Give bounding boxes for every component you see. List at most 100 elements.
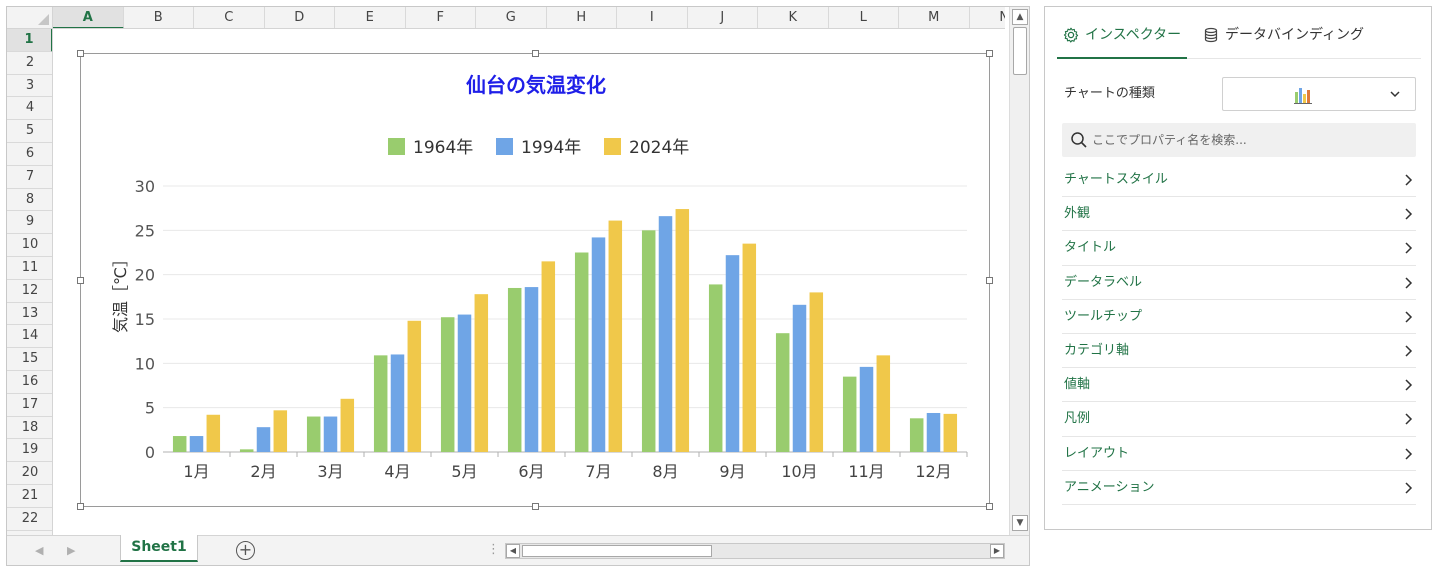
property-item[interactable]: 外観: [1062, 197, 1416, 232]
bar-3-5[interactable]: [474, 294, 489, 452]
bar-2-10[interactable]: [792, 304, 807, 452]
property-search-input[interactable]: [1092, 130, 1392, 150]
bar-3-11[interactable]: [876, 355, 891, 452]
bar-1-4[interactable]: [373, 355, 388, 452]
row-header-13[interactable]: 13: [7, 303, 52, 326]
scroll-right-button[interactable]: ▶: [990, 544, 1004, 558]
horizontal-scroll-thumb[interactable]: [522, 545, 712, 557]
row-header-22[interactable]: 22: [7, 508, 52, 531]
column-header-a[interactable]: A: [53, 7, 124, 28]
property-item[interactable]: カテゴリ軸: [1062, 334, 1416, 369]
bar-1-2[interactable]: [239, 449, 254, 452]
resize-handle-l[interactable]: [77, 277, 84, 284]
column-header-i[interactable]: I: [617, 7, 688, 28]
column-header-l[interactable]: L: [829, 7, 899, 28]
property-item[interactable]: タイトル: [1062, 231, 1416, 266]
row-header-8[interactable]: 8: [7, 189, 52, 212]
chart-legend[interactable]: 1964年 1994年 2024年: [388, 138, 689, 158]
bar-3-1[interactable]: [206, 414, 221, 452]
row-header-15[interactable]: 15: [7, 348, 52, 371]
column-header-f[interactable]: F: [406, 7, 476, 28]
add-sheet-icon[interactable]: +: [236, 541, 255, 560]
bar-3-4[interactable]: [407, 320, 422, 452]
row-header-2[interactable]: 2: [7, 52, 52, 75]
resize-handle-tr[interactable]: [986, 50, 993, 57]
bar-3-9[interactable]: [742, 243, 757, 452]
bar-3-3[interactable]: [340, 398, 355, 452]
row-header-21[interactable]: 21: [7, 485, 52, 508]
row-header-11[interactable]: 11: [7, 257, 52, 280]
column-header-b[interactable]: B: [124, 7, 194, 28]
bar-1-3[interactable]: [306, 416, 321, 452]
column-header-m[interactable]: M: [899, 7, 970, 28]
row-header-12[interactable]: 12: [7, 280, 52, 303]
row-header-19[interactable]: 19: [7, 439, 52, 463]
bar-3-2[interactable]: [273, 410, 288, 452]
row-header-9[interactable]: 9: [7, 211, 52, 235]
row-header-14[interactable]: 14: [7, 325, 52, 349]
scroll-left-button[interactable]: ◀: [506, 544, 520, 558]
row-header-7[interactable]: 7: [7, 166, 52, 189]
property-item[interactable]: データラベル: [1062, 266, 1416, 300]
property-item[interactable]: レイアウト: [1062, 437, 1416, 471]
row-header-18[interactable]: 18: [7, 417, 52, 440]
row-header-20[interactable]: 20: [7, 462, 52, 485]
select-all-corner[interactable]: [7, 7, 53, 29]
bar-2-2[interactable]: [256, 427, 271, 452]
prev-sheet-icon[interactable]: ◀: [35, 544, 43, 557]
row-header-6[interactable]: 6: [7, 143, 52, 166]
tab-inspector[interactable]: インスペクター: [1057, 21, 1187, 59]
resize-handle-br[interactable]: [986, 503, 993, 510]
bar-2-11[interactable]: [859, 366, 874, 452]
bar-1-6[interactable]: [507, 287, 522, 452]
chart-container[interactable]: 仙台の気温変化 1964年 1994年 2024年 0 5 10 15 20 25 30 1月 2…: [77, 50, 993, 510]
column-header-j[interactable]: J: [688, 7, 758, 28]
bar-3-8[interactable]: [675, 209, 690, 452]
row-header-16[interactable]: 16: [7, 371, 52, 394]
bar-2-6[interactable]: [524, 287, 539, 452]
bar-3-6[interactable]: [541, 261, 556, 452]
row-header-1[interactable]: 1: [7, 29, 52, 52]
column-header-k[interactable]: K: [758, 7, 829, 28]
bar-1-10[interactable]: [775, 333, 790, 452]
resize-handle-t[interactable]: [532, 50, 539, 57]
property-item[interactable]: アニメーション: [1062, 471, 1416, 505]
scroll-up-button[interactable]: ▲: [1012, 9, 1028, 25]
cell-grid[interactable]: 仙台の気温変化 1964年 1994年 2024年 0 5 10 15 20 25 30 1月 2…: [53, 29, 1005, 535]
bar-2-1[interactable]: [189, 436, 204, 452]
bar-2-7[interactable]: [591, 237, 606, 452]
bar-3-7[interactable]: [608, 220, 623, 452]
row-header-4[interactable]: 4: [7, 97, 52, 121]
bar-2-5[interactable]: [457, 314, 472, 452]
column-header-c[interactable]: C: [194, 7, 265, 28]
resize-handle-tl[interactable]: [77, 50, 84, 57]
bar-1-11[interactable]: [842, 376, 857, 452]
property-item[interactable]: 値軸: [1062, 368, 1416, 403]
vertical-scrollbar[interactable]: ▲ ▼: [1009, 7, 1029, 535]
chart-type-select[interactable]: [1222, 77, 1416, 111]
row-header-5[interactable]: 5: [7, 120, 52, 143]
bar-1-9[interactable]: [708, 284, 723, 452]
row-header-3[interactable]: 3: [7, 75, 52, 98]
bar-1-12[interactable]: [909, 418, 924, 452]
resize-handle-r[interactable]: [986, 277, 993, 284]
splitter-handle-icon[interactable]: ⋮: [487, 542, 500, 557]
property-search[interactable]: [1062, 123, 1416, 157]
property-item[interactable]: ツールチップ: [1062, 300, 1416, 334]
bar-3-12[interactable]: [943, 413, 958, 452]
resize-handle-b[interactable]: [532, 503, 539, 510]
bar-1-8[interactable]: [641, 230, 656, 452]
next-sheet-icon[interactable]: ▶: [67, 544, 75, 557]
bar-1-5[interactable]: [440, 317, 455, 452]
bar-2-4[interactable]: [390, 354, 405, 452]
column-header-n[interactable]: N: [970, 7, 1005, 28]
bar-2-8[interactable]: [658, 216, 673, 452]
column-header-d[interactable]: D: [265, 7, 335, 28]
bar-2-12[interactable]: [926, 412, 941, 452]
property-item[interactable]: 凡例: [1062, 402, 1416, 437]
bar-3-10[interactable]: [809, 292, 824, 452]
row-header-17[interactable]: 17: [7, 394, 52, 417]
bar-2-9[interactable]: [725, 255, 740, 452]
vertical-scroll-thumb[interactable]: [1013, 27, 1027, 75]
column-header-g[interactable]: G: [476, 7, 547, 28]
